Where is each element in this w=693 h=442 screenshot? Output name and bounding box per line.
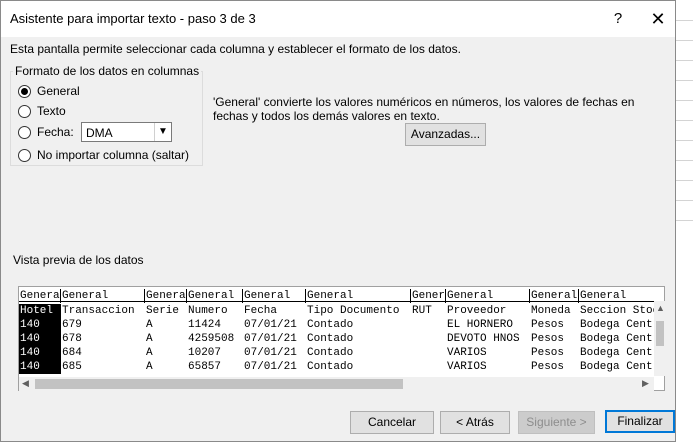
preview-cell[interactable]: DEVOTO HNOS <box>446 332 530 346</box>
preview-cell[interactable]: 140 <box>19 318 61 332</box>
preview-cell[interactable]: VARIOS <box>446 360 530 374</box>
date-format-select[interactable]: DMA ▼ <box>81 122 172 142</box>
radio-skip-label: No importar columna (saltar) <box>37 148 190 162</box>
preview-cell[interactable]: Serie <box>145 304 187 318</box>
preview-cell[interactable]: 140 <box>19 346 61 360</box>
preview-cell[interactable]: 07/01/21 <box>243 360 306 374</box>
radio-general[interactable]: General <box>18 84 80 98</box>
preview-cell[interactable]: Pesos <box>530 332 579 346</box>
preview-cell[interactable]: VARIOS <box>446 346 530 360</box>
radio-text[interactable]: Texto <box>18 104 66 118</box>
preview-cell[interactable]: RUT <box>411 304 446 318</box>
preview-cell[interactable]: 140 <box>19 360 61 374</box>
vertical-scrollbar[interactable]: ▲ <box>654 301 665 376</box>
preview-cell[interactable]: 65857 <box>187 360 243 374</box>
radio-date[interactable]: Fecha: <box>18 125 74 139</box>
preview-cell[interactable]: Bodega Central <box>579 346 664 360</box>
preview-cell[interactable]: A <box>145 318 187 332</box>
preview-cell[interactable]: 07/01/21 <box>243 318 306 332</box>
chevron-left-icon[interactable]: ◀ <box>22 378 29 389</box>
format-description: 'General' convierte los valores numérico… <box>213 95 635 123</box>
chevron-right-icon[interactable]: ▶ <box>642 378 649 389</box>
help-button[interactable]: ? <box>601 5 635 33</box>
data-preview-grid[interactable]: GeneralGeneralGeneralGeneralGeneralGener… <box>18 286 665 391</box>
preview-cell[interactable]: A <box>145 332 187 346</box>
preview-cell[interactable]: 07/01/21 <box>243 346 306 360</box>
next-button[interactable]: Siguiente > <box>518 411 595 434</box>
preview-cell[interactable]: Pesos <box>530 346 579 360</box>
radio-skip-indicator[interactable] <box>18 148 31 162</box>
preview-cell[interactable]: 685 <box>61 360 145 374</box>
title-bar: Asistente para importar texto - paso 3 d… <box>1 1 675 37</box>
preview-cell[interactable]: 684 <box>61 346 145 360</box>
preview-cell[interactable]: Moneda <box>530 304 579 318</box>
cancel-button[interactable]: Cancelar <box>350 411 434 434</box>
preview-cell[interactable]: Contado <box>306 332 411 346</box>
preview-cell[interactable]: 4259508 <box>187 332 243 346</box>
preview-cell[interactable]: Pesos <box>530 360 579 374</box>
preview-cell[interactable]: Bodega Central <box>579 360 664 374</box>
header-separator <box>19 301 664 302</box>
horizontal-scrollbar[interactable]: ◀ ▶ <box>19 377 654 391</box>
preview-cell[interactable]: Numero <box>187 304 243 318</box>
vertical-scroll-thumb[interactable] <box>656 321 664 346</box>
preview-cell[interactable]: 140 <box>19 332 61 346</box>
radio-general-indicator[interactable] <box>18 84 31 98</box>
background-spreadsheet <box>675 0 693 442</box>
date-format-value: DMA <box>86 126 113 140</box>
data-preview-label: Vista previa de los datos <box>13 253 144 267</box>
radio-general-label: General <box>37 84 80 98</box>
preview-cell[interactable]: A <box>145 346 187 360</box>
preview-cell[interactable]: Bodega Central <box>579 332 664 346</box>
preview-cell[interactable]: Contado <box>306 346 411 360</box>
preview-cell[interactable]: Tipo Documento <box>306 304 411 318</box>
preview-cell[interactable]: 679 <box>61 318 145 332</box>
back-button[interactable]: < Atrás <box>440 411 510 434</box>
preview-cell[interactable]: A <box>145 360 187 374</box>
preview-cell[interactable]: Pesos <box>530 318 579 332</box>
preview-cell[interactable]: Transaccion <box>61 304 145 318</box>
preview-cell[interactable]: Fecha <box>243 304 306 318</box>
preview-cell[interactable] <box>411 318 446 332</box>
close-icon: ✕ <box>650 9 666 29</box>
preview-cell[interactable]: 10207 <box>187 346 243 360</box>
finish-button[interactable]: Finalizar <box>605 410 675 433</box>
preview-cell[interactable]: Contado <box>306 360 411 374</box>
dialog-title: Asistente para importar texto - paso 3 d… <box>10 11 256 26</box>
intro-text: Esta pantalla permite seleccionar cada c… <box>10 42 461 56</box>
preview-cell[interactable]: Seccion Stock <box>579 304 664 318</box>
preview-cell[interactable]: Hotel <box>19 304 61 318</box>
preview-cell[interactable]: 07/01/21 <box>243 332 306 346</box>
preview-cell[interactable]: 678 <box>61 332 145 346</box>
preview-cell[interactable] <box>411 346 446 360</box>
preview-cell[interactable]: Bodega Central <box>579 318 664 332</box>
chevron-down-icon[interactable]: ▼ <box>154 123 171 141</box>
preview-cell[interactable]: Proveedor <box>446 304 530 318</box>
preview-cell[interactable]: 11424 <box>187 318 243 332</box>
chevron-up-icon[interactable]: ▲ <box>656 303 665 313</box>
radio-text-indicator[interactable] <box>18 104 31 118</box>
preview-cell[interactable]: EL HORNERO <box>446 318 530 332</box>
preview-cell[interactable] <box>411 360 446 374</box>
close-button[interactable]: ✕ <box>641 5 675 33</box>
column-format-label: Formato de los datos en columnas <box>13 64 202 78</box>
radio-date-indicator[interactable] <box>18 125 31 139</box>
radio-text-label: Texto <box>37 104 66 118</box>
radio-skip-column[interactable]: No importar columna (saltar) <box>18 148 189 162</box>
preview-cell[interactable] <box>411 332 446 346</box>
advanced-button[interactable]: Avanzadas... <box>405 123 486 146</box>
radio-date-label: Fecha: <box>37 125 74 139</box>
horizontal-scroll-thumb[interactable] <box>35 379 403 389</box>
preview-cell[interactable]: Contado <box>306 318 411 332</box>
import-text-wizard-dialog: Asistente para importar texto - paso 3 d… <box>0 0 676 442</box>
